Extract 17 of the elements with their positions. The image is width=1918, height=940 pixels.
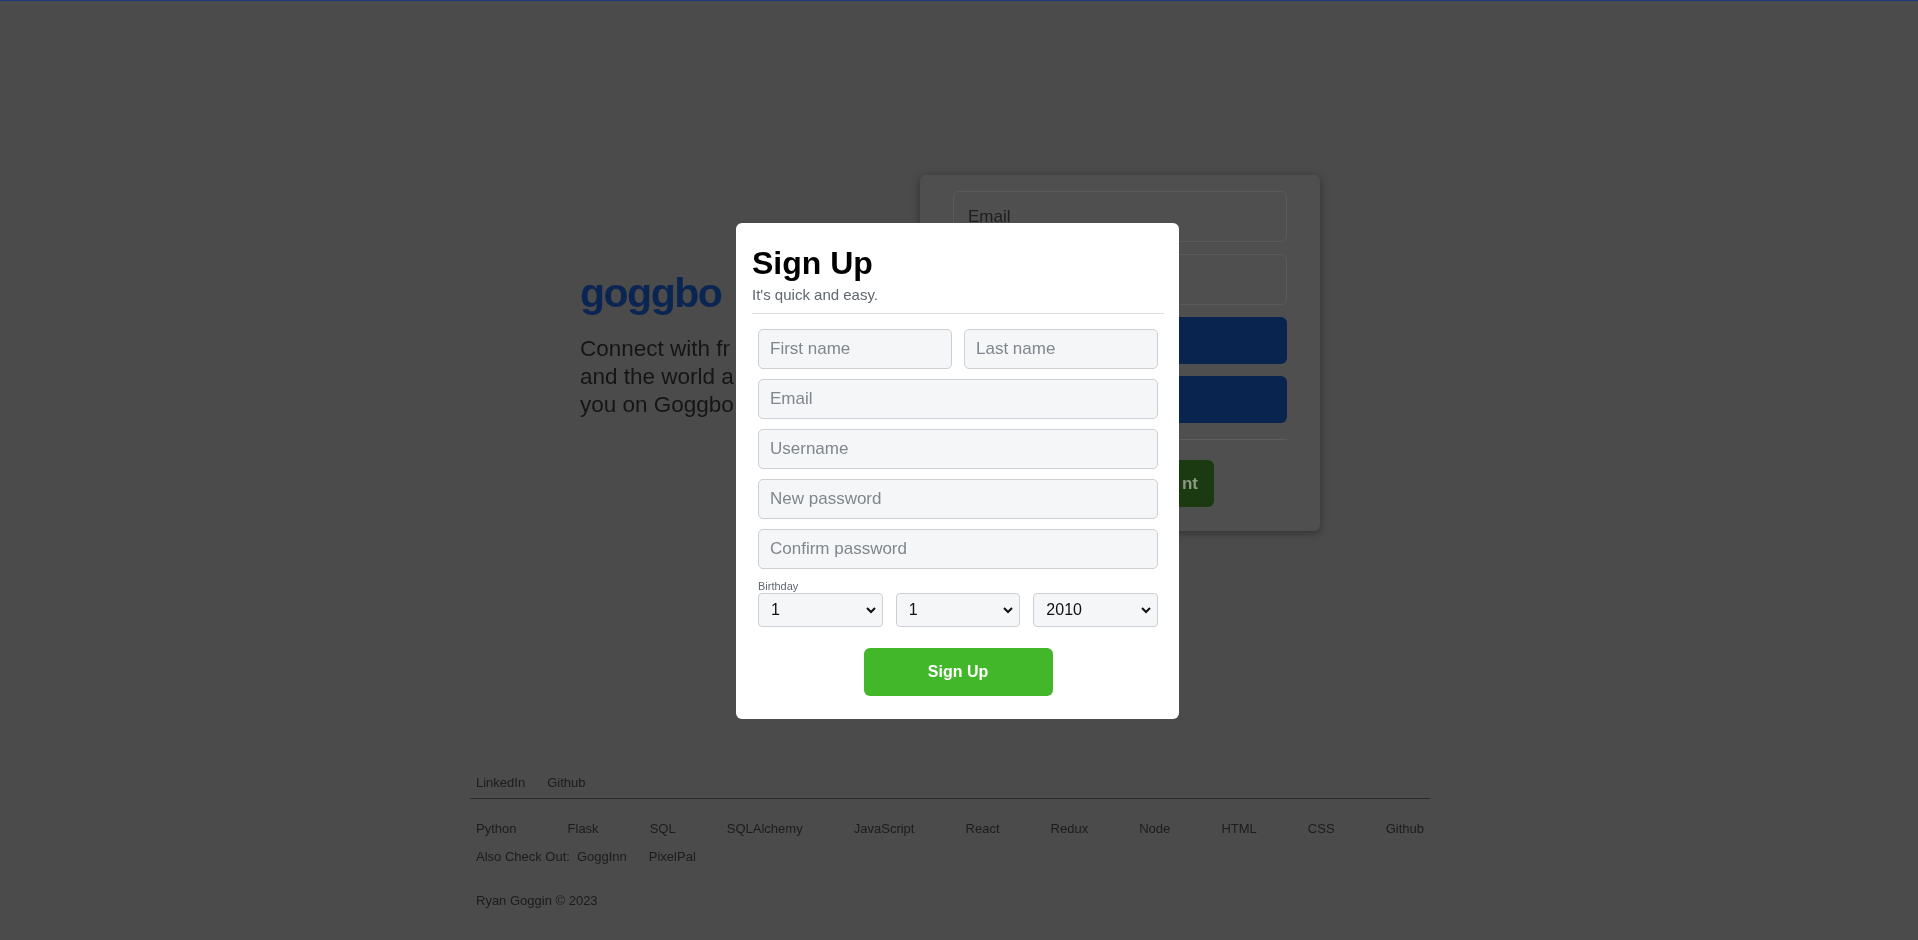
birthday-select[interactable]: 1 <box>758 593 883 627</box>
chevron-down-icon <box>865 606 876 614</box>
input-field[interactable]: Username <box>758 429 1158 469</box>
modal-title: Sign Up <box>752 244 874 282</box>
birthday-select[interactable]: 1 <box>895 593 1021 627</box>
birthday-select[interactable]: 2010 <box>1033 593 1158 627</box>
chevron-down-icon <box>1141 606 1151 614</box>
input-field[interactable]: New password <box>758 479 1158 519</box>
chevron-down-icon <box>1003 606 1014 614</box>
input-field[interactable]: Last name <box>964 329 1158 369</box>
input-field[interactable]: Email <box>758 379 1158 419</box>
logo: goggbo <box>580 269 722 317</box>
input-field[interactable]: Confirm password <box>758 529 1158 569</box>
sign-up-button[interactable]: Sign Up <box>863 648 1053 696</box>
input-field[interactable]: First name <box>758 329 952 369</box>
modal-subtitle: It's quick and easy. <box>752 286 878 303</box>
birthday-label: Birthday <box>758 580 799 592</box>
